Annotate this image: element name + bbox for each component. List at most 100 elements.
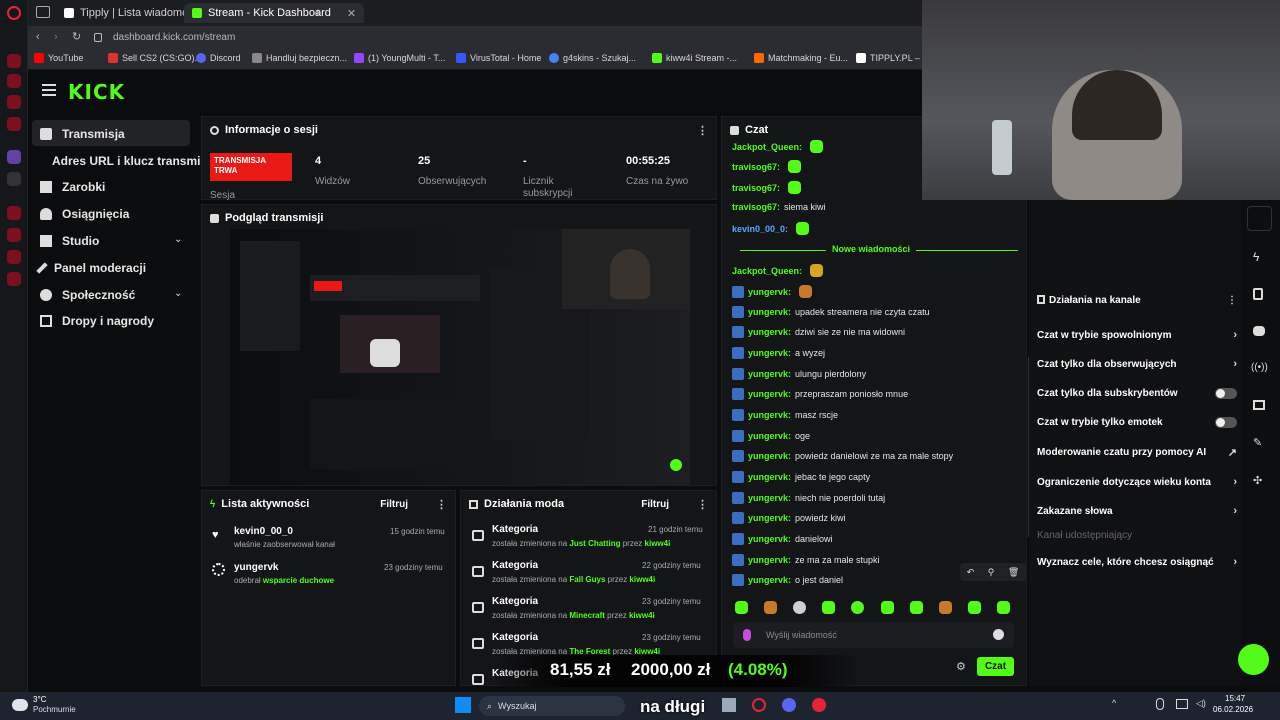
filter-button[interactable]: Filtruj	[380, 499, 408, 510]
chat-username[interactable]: yungervk:	[748, 431, 791, 441]
sidebar-item-dropy[interactable]: Dropy i nagrody	[40, 314, 154, 328]
send-chat-button[interactable]: Czat	[977, 657, 1014, 676]
bookmark-youtube[interactable]: YouTube	[34, 53, 83, 63]
emote-icon[interactable]	[764, 601, 777, 614]
more-options-icon[interactable]: ⋮	[436, 498, 447, 511]
chat-settings-icon[interactable]: ⚙	[956, 660, 966, 673]
bookmark-discord[interactable]: Discord	[196, 53, 241, 63]
tab-kick-dashboard[interactable]: Stream - Kick Dashboard ✕	[184, 3, 365, 23]
sidebar-item-stream-key[interactable]: Adres URL i klucz transmisji	[52, 154, 214, 168]
channel-option[interactable]: Ograniczenie dotyczące wieku konta ›	[1037, 476, 1237, 488]
bookmark-kiww4i[interactable]: kiww4i Stream -...	[652, 53, 737, 63]
chat-username[interactable]: yungervk:	[748, 307, 791, 317]
channel-option[interactable]: Czat w trybie spowolnionym ›	[1037, 329, 1237, 341]
mod-action-mod[interactable]: kiww4i	[645, 539, 671, 548]
filter-button[interactable]: Filtruj	[641, 499, 669, 510]
opera-logo-icon[interactable]	[7, 6, 21, 20]
chat-message[interactable]: kevin0_00_0:	[732, 222, 810, 235]
emote-icon[interactable]	[793, 601, 806, 614]
channel-option[interactable]: Czat tylko dla obserwujących ›	[1037, 358, 1237, 370]
bookmark-handluj[interactable]: Handluj bezpieczn...	[252, 53, 347, 63]
emote-icon[interactable]	[881, 601, 894, 614]
microphone-icon[interactable]	[743, 629, 751, 641]
chat-message[interactable]: Jackpot_Queen:	[732, 140, 824, 153]
wrench-icon[interactable]: ✎	[1253, 436, 1262, 449]
chat-message[interactable]: yungervk: przepraszam poniosło mnue	[732, 388, 908, 400]
chat-message[interactable]: yungervk: upadek streamera nie czyta czat…	[732, 306, 930, 318]
channel-option[interactable]: Czat tylko dla subskrybentów	[1037, 388, 1237, 399]
chat-message[interactable]: yungervk: jebac te jego capty	[732, 471, 870, 483]
bookmarks-icon[interactable]	[7, 250, 21, 264]
channel-option[interactable]: Wyznacz cele, które chcesz osiągnąć ›	[1037, 556, 1237, 568]
emote-icon[interactable]	[851, 601, 864, 614]
chat-message[interactable]: yungervk: dziwi sie ze nie ma widowni	[732, 326, 905, 338]
chat-username[interactable]: yungervk:	[748, 389, 791, 399]
chat-username[interactable]: yungervk:	[748, 472, 791, 482]
chat-username[interactable]: yungervk:	[748, 451, 791, 461]
chat-input[interactable]: Wyślij wiadomość	[766, 630, 837, 640]
card-icon[interactable]	[1253, 400, 1265, 410]
chat-message[interactable]: yungervk:	[732, 285, 813, 298]
chat-username[interactable]: travisog67:	[732, 183, 780, 193]
chat-message[interactable]: travisog67:	[732, 160, 802, 173]
volume-icon[interactable]: ◁)	[1196, 698, 1206, 709]
new-tab-button[interactable]: +	[314, 5, 322, 20]
steam-icon[interactable]	[722, 698, 736, 712]
chat-username[interactable]: yungervk:	[748, 327, 791, 337]
sidebar-item-zarobki[interactable]: Zarobki	[40, 180, 105, 194]
more-options-icon[interactable]: ⋮	[697, 124, 708, 137]
channel-option[interactable]: Zakazane słowa ›	[1037, 505, 1237, 517]
stream-preview-video[interactable]	[230, 229, 690, 485]
microphone-tray-icon[interactable]	[1156, 698, 1164, 710]
chat-username[interactable]: yungervk:	[748, 555, 791, 565]
aria-icon[interactable]	[7, 54, 21, 68]
chat-username[interactable]: yungervk:	[748, 575, 791, 585]
workspace-icon[interactable]	[7, 74, 21, 88]
emote-icon[interactable]	[997, 601, 1010, 614]
chat-bubble-icon[interactable]	[1253, 326, 1265, 336]
chat-input-box[interactable]: Wyślij wiadomość	[733, 622, 1014, 648]
toggle-switch[interactable]	[1215, 388, 1237, 399]
twitch-icon[interactable]	[7, 150, 21, 164]
bookmark-youngmulti[interactable]: (1) YoungMulti - T...	[354, 53, 445, 63]
bookmark-virustotal[interactable]: VirusTotal - Home	[456, 53, 541, 63]
delete-icon[interactable]: 🗑	[1008, 567, 1019, 578]
toggle-switch[interactable]	[1215, 417, 1237, 428]
chat-message[interactable]: yungervk: danielowi	[732, 533, 833, 545]
bookmark-tipply[interactable]: TIPPLY.PL –	[856, 53, 920, 63]
chat-message[interactable]: Jackpot_Queen:	[732, 264, 824, 277]
whatsapp-icon[interactable]	[7, 117, 21, 131]
activity-user[interactable]: kevin0_00_0	[234, 526, 293, 537]
emote-icon[interactable]	[735, 601, 748, 614]
sidebar-item-transmisja[interactable]: Transmisja	[40, 127, 125, 141]
mod-action-mod[interactable]: kiww4i	[629, 611, 655, 620]
app-taskbar-icon[interactable]	[812, 698, 826, 712]
tray-chevron-icon[interactable]: ^	[1112, 698, 1116, 708]
chat-message[interactable]: yungervk: ulungu pierdolony	[732, 368, 866, 380]
pin-icon[interactable]: ⚲	[988, 567, 995, 578]
activity-user[interactable]: yungervk	[234, 562, 278, 573]
sidebar-item-osiagniecia[interactable]: Osiągnięcia	[40, 207, 129, 221]
bookmark-matchmaking[interactable]: Matchmaking - Eu...	[754, 53, 848, 63]
reload-icon[interactable]: ↻	[72, 30, 81, 43]
chat-message[interactable]: yungervk: a wyzej	[732, 347, 825, 359]
mod-action-mod[interactable]: kiww4i	[629, 575, 655, 584]
chat-message[interactable]: yungervk: niech nie poerdoli tutaj	[732, 492, 885, 504]
bookmark-g4skins[interactable]: g4skins - Szukaj...	[549, 53, 636, 63]
shortcut-icon[interactable]: ✣	[1253, 474, 1262, 487]
chevron-down-icon[interactable]: ⌄	[174, 288, 182, 299]
tab-menu-icon[interactable]	[36, 6, 50, 18]
support-chat-button[interactable]	[1238, 644, 1269, 675]
chat-username[interactable]: Jackpot_Queen:	[732, 266, 802, 276]
chat-username[interactable]: kevin0_00_0:	[732, 224, 788, 234]
channel-option[interactable]: Czat w trybie tylko emotek	[1037, 417, 1237, 428]
close-icon[interactable]: ✕	[347, 7, 356, 20]
chat-message[interactable]: yungervk: ze ma za male stupki	[732, 554, 880, 566]
chat-username[interactable]: yungervk:	[748, 410, 791, 420]
layout-icon[interactable]	[1247, 206, 1272, 231]
back-icon[interactable]: ‹	[36, 31, 40, 43]
network-icon[interactable]	[1176, 699, 1188, 709]
taskbar-search[interactable]: ⌕ Wyszukaj	[479, 696, 625, 716]
windows-start-icon[interactable]	[455, 697, 471, 713]
reply-icon[interactable]: ↶	[967, 567, 975, 578]
